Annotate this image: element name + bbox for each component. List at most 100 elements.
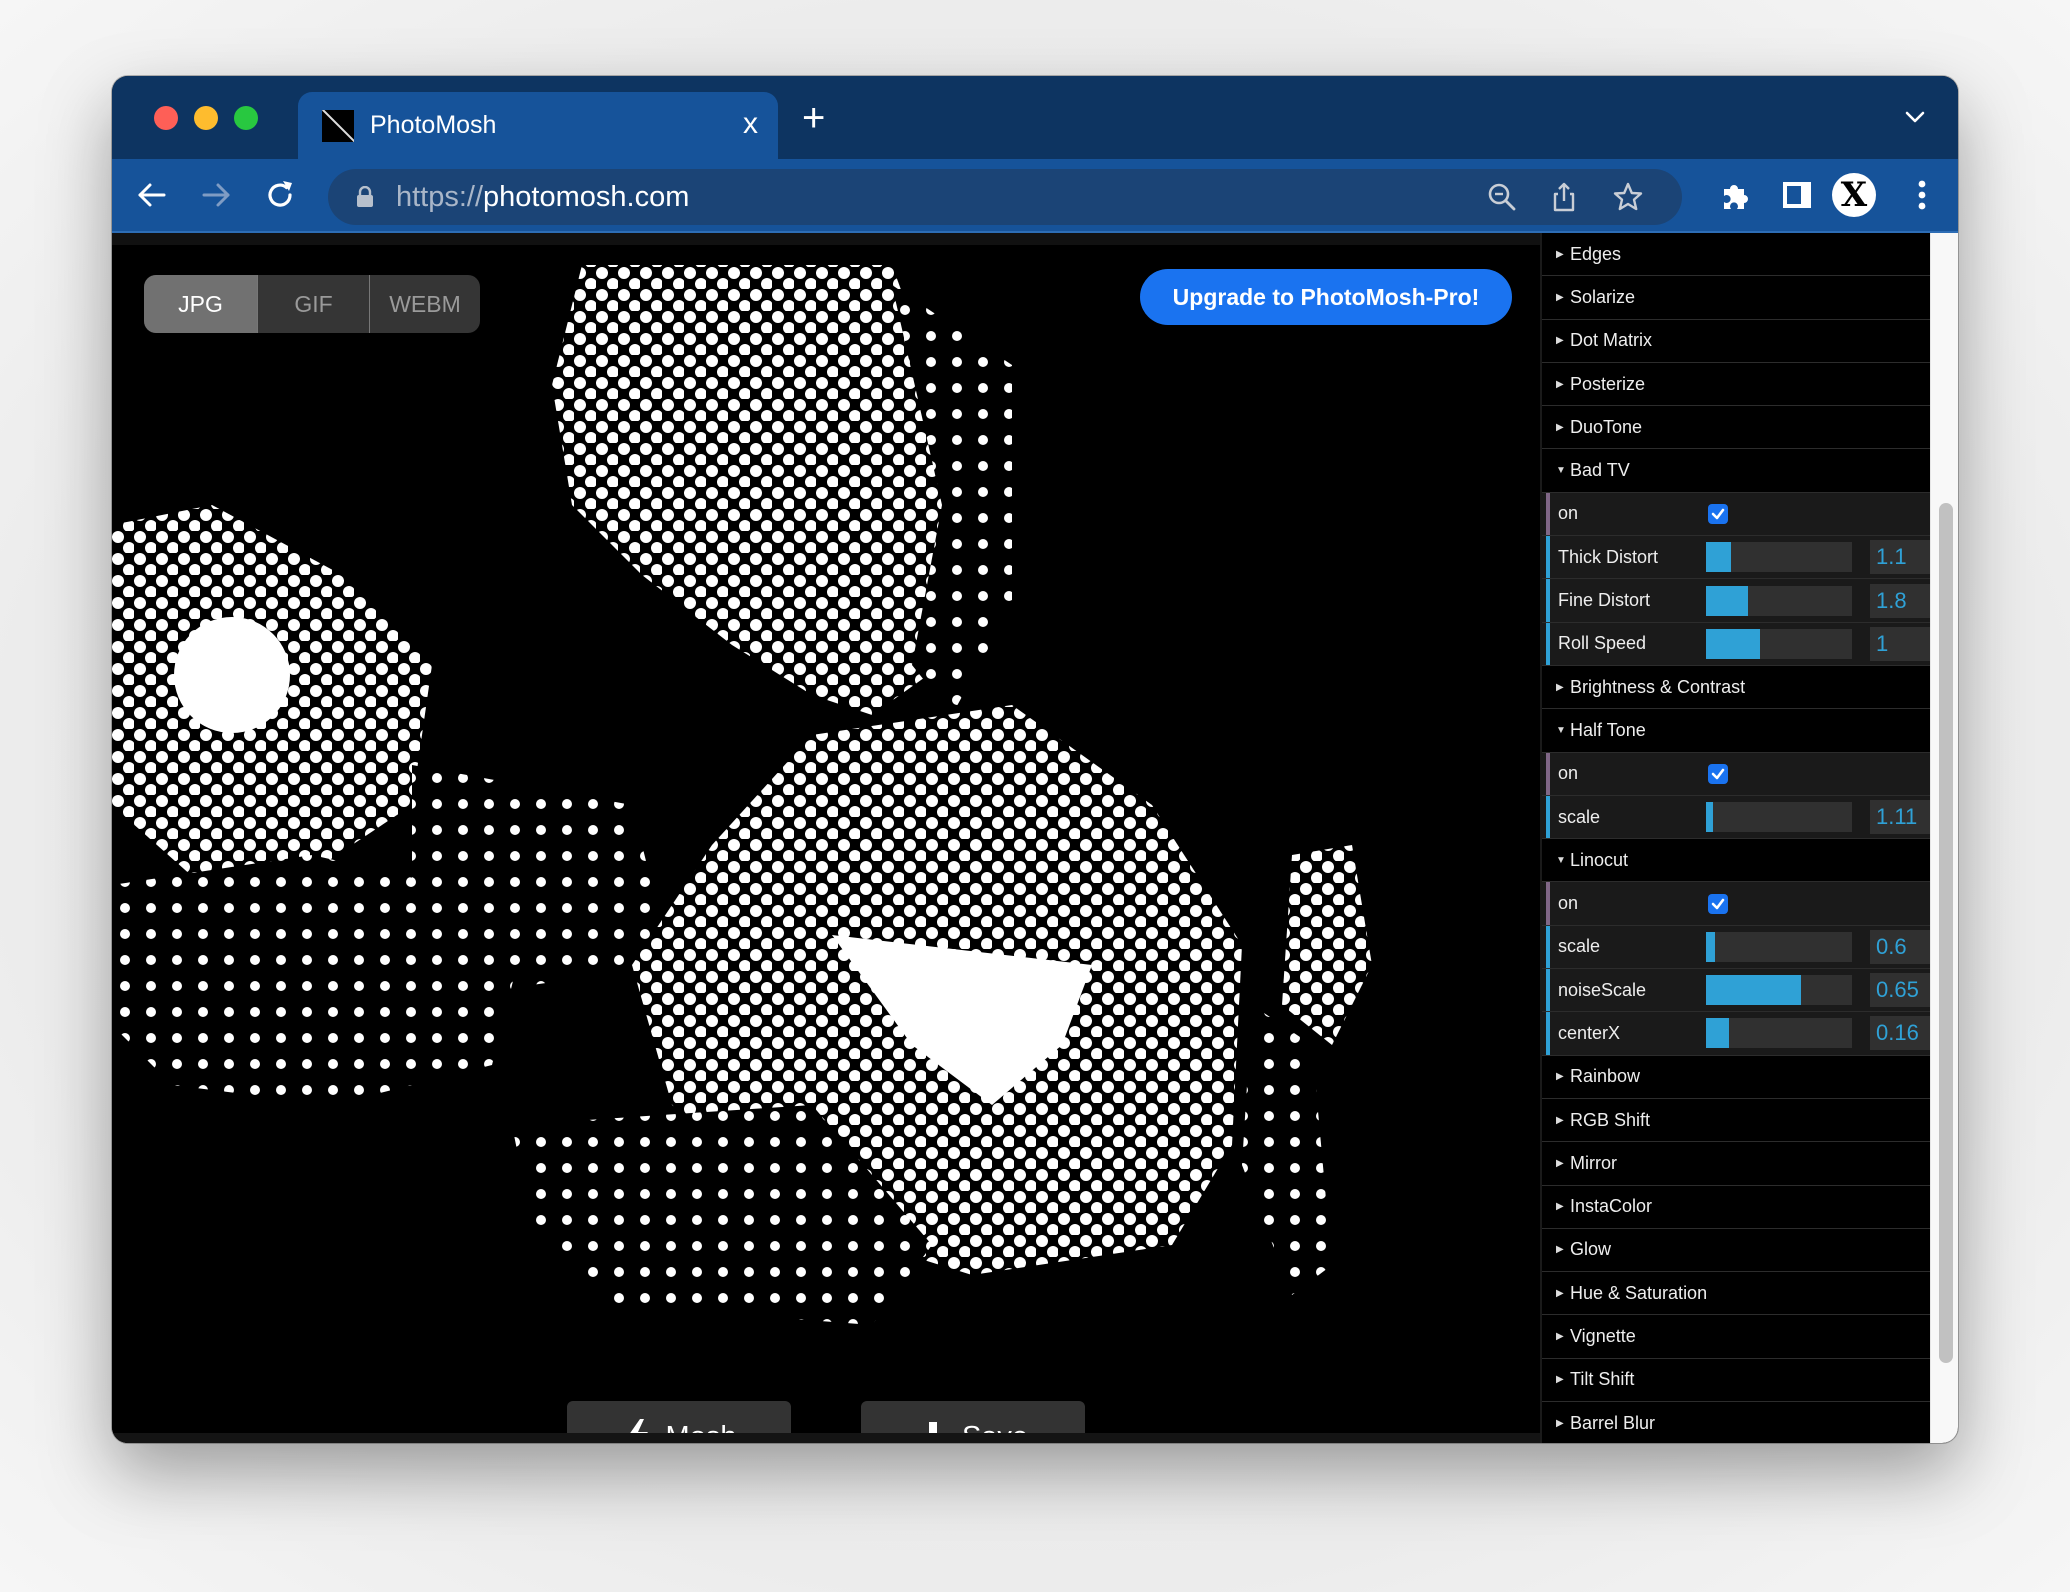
slider-scale[interactable] (1706, 931, 1852, 962)
moshed-image-canvas[interactable] (112, 245, 1540, 1433)
panel-scrollbar[interactable] (1930, 233, 1958, 1443)
caret-right-icon: ▶ (1556, 1071, 1564, 1083)
effect-folder-hue-and-saturation[interactable]: ▶ Hue & Saturation (1542, 1272, 1930, 1316)
slider-centerx[interactable] (1706, 1018, 1852, 1049)
value-input-scale[interactable]: 0.6 (1870, 929, 1930, 964)
control-type-indicator (1546, 882, 1550, 925)
arrow-right-icon (202, 183, 230, 207)
url-text[interactable]: https://photomosh.com (396, 181, 689, 214)
value-input-scale[interactable]: 1.11 (1870, 800, 1930, 834)
tab-photomosh[interactable]: PhotoMosh x (298, 92, 778, 159)
control-row-linocut-scale: scale 0.6 (1542, 925, 1930, 970)
slider-roll-speed[interactable] (1706, 628, 1852, 659)
slider-fine-distort[interactable] (1706, 585, 1852, 616)
checkmark-icon (1711, 898, 1725, 909)
control-label: Thick Distort (1558, 546, 1659, 567)
effect-folder-label: Glow (1570, 1239, 1612, 1260)
reload-icon (268, 181, 292, 207)
kebab-menu-icon[interactable] (1902, 175, 1942, 215)
control-row-bad-tv-thick-distort: Thick Distort 1.1 (1542, 536, 1930, 580)
on-checkbox[interactable] (1708, 893, 1728, 914)
tab-close-button[interactable]: x (743, 106, 758, 142)
address-bar[interactable]: https://photomosh.com (328, 169, 1682, 225)
back-button[interactable] (134, 177, 170, 213)
puzzle-icon[interactable] (1716, 175, 1756, 215)
control-type-indicator (1546, 752, 1550, 795)
format-jpg-button[interactable]: JPG (144, 275, 257, 333)
value-input-roll-speed[interactable]: 1 (1870, 626, 1930, 661)
slider-thick-distort[interactable] (1706, 542, 1852, 573)
format-gif-button[interactable]: GIF (257, 275, 369, 333)
tab-title: PhotoMosh (370, 111, 497, 139)
effect-folder-vignette[interactable]: ▶ Vignette (1542, 1315, 1930, 1359)
effect-folder-tilt-shift[interactable]: ▶ Tilt Shift (1542, 1359, 1930, 1403)
control-label: on (1558, 503, 1579, 524)
effect-folder-duotone[interactable]: ▶ DuoTone (1542, 406, 1930, 450)
effect-folder-instacolor[interactable]: ▶ InstaColor (1542, 1186, 1930, 1229)
effect-folder-label: DuoTone (1570, 416, 1643, 437)
minimize-window-button[interactable] (194, 106, 218, 130)
caret-right-icon: ▶ (1556, 1417, 1564, 1429)
effect-folder-bad-tv[interactable]: ▼ Bad TV (1542, 449, 1930, 493)
profile-avatar[interactable]: X (1832, 173, 1876, 217)
slider-fill (1706, 1018, 1730, 1049)
effect-folder-posterize[interactable]: ▶ Posterize (1542, 363, 1930, 407)
zoom-out-icon[interactable] (1486, 181, 1518, 213)
effect-folder-linocut[interactable]: ▼ Linocut (1542, 839, 1930, 883)
slider-noisescale[interactable] (1706, 975, 1852, 1006)
effect-folder-rainbow[interactable]: ▶ Rainbow (1542, 1056, 1930, 1099)
format-webm-button[interactable]: WEBM (369, 275, 480, 333)
control-row-linocut-centerx: centerX 0.16 (1542, 1012, 1930, 1056)
forward-button[interactable] (198, 177, 234, 213)
star-icon[interactable] (1612, 181, 1644, 213)
control-type-indicator (1546, 925, 1550, 969)
browser-window: PhotoMosh x + https://photomosh.com X JP… (112, 76, 1958, 1443)
control-label: centerX (1558, 1022, 1621, 1043)
upgrade-pro-button[interactable]: Upgrade to PhotoMosh-Pro! (1140, 269, 1512, 325)
on-checkbox[interactable] (1708, 503, 1728, 524)
value-input-centerx[interactable]: 0.16 (1870, 1016, 1930, 1051)
caret-down-icon: ▼ (1556, 854, 1566, 866)
control-type-indicator (1546, 795, 1550, 839)
share-icon[interactable] (1548, 181, 1580, 213)
effect-folder-mirror[interactable]: ▶ Mirror (1542, 1142, 1930, 1186)
value-input-noisescale[interactable]: 0.65 (1870, 973, 1930, 1008)
on-checkbox[interactable] (1708, 763, 1728, 784)
effect-folder-edges[interactable]: ▶ Edges (1542, 233, 1930, 277)
slider-fill (1706, 542, 1731, 573)
effect-folder-brightness-and-contrast[interactable]: ▶ Brightness & Contrast (1542, 666, 1930, 710)
effect-folder-solarize[interactable]: ▶ Solarize (1542, 276, 1930, 320)
tab-strip: PhotoMosh x + (112, 76, 1958, 159)
lock-icon[interactable] (356, 186, 374, 208)
close-window-button[interactable] (154, 106, 178, 130)
panel-scrollbar-thumb[interactable] (1939, 503, 1953, 1363)
caret-right-icon: ▶ (1556, 1201, 1564, 1213)
canvas-bottom-strip (112, 1433, 1540, 1443)
effect-folder-rgb-shift[interactable]: ▶ RGB Shift (1542, 1099, 1930, 1143)
effect-folder-barrel-blur[interactable]: ▶ Barrel Blur (1542, 1402, 1930, 1443)
caret-down-icon: ▼ (1556, 724, 1566, 736)
side-panel-icon[interactable] (1777, 175, 1817, 215)
effect-folder-label: Rainbow (1570, 1066, 1641, 1087)
effect-folder-glow[interactable]: ▶ Glow (1542, 1229, 1930, 1273)
maximize-window-button[interactable] (234, 106, 258, 130)
caret-right-icon: ▶ (1556, 1157, 1564, 1169)
new-tab-button[interactable]: + (802, 98, 825, 138)
effect-folder-dot-matrix[interactable]: ▶ Dot Matrix (1542, 320, 1930, 363)
control-type-indicator (1546, 536, 1550, 579)
value-input-fine-distort[interactable]: 1.8 (1870, 583, 1930, 618)
url-scheme: https:// (396, 181, 484, 213)
reload-button[interactable] (262, 177, 298, 213)
control-label: Fine Distort (1558, 590, 1651, 611)
chevron-down-icon[interactable] (1900, 102, 1930, 132)
caret-right-icon: ▶ (1556, 378, 1564, 390)
control-row-half-tone-scale: scale 1.11 (1542, 795, 1930, 840)
value-input-thick-distort[interactable]: 1.1 (1870, 540, 1930, 575)
control-type-indicator (1546, 492, 1550, 536)
caret-down-icon: ▼ (1556, 465, 1566, 477)
caret-right-icon: ▶ (1556, 1244, 1564, 1256)
image-canvas-area[interactable]: JPG GIF WEBM Upgrade to PhotoMosh-Pro! M… (112, 233, 1540, 1443)
effect-folder-half-tone[interactable]: ▼ Half Tone (1542, 709, 1930, 753)
control-label: on (1558, 893, 1579, 914)
slider-scale[interactable] (1706, 802, 1852, 832)
